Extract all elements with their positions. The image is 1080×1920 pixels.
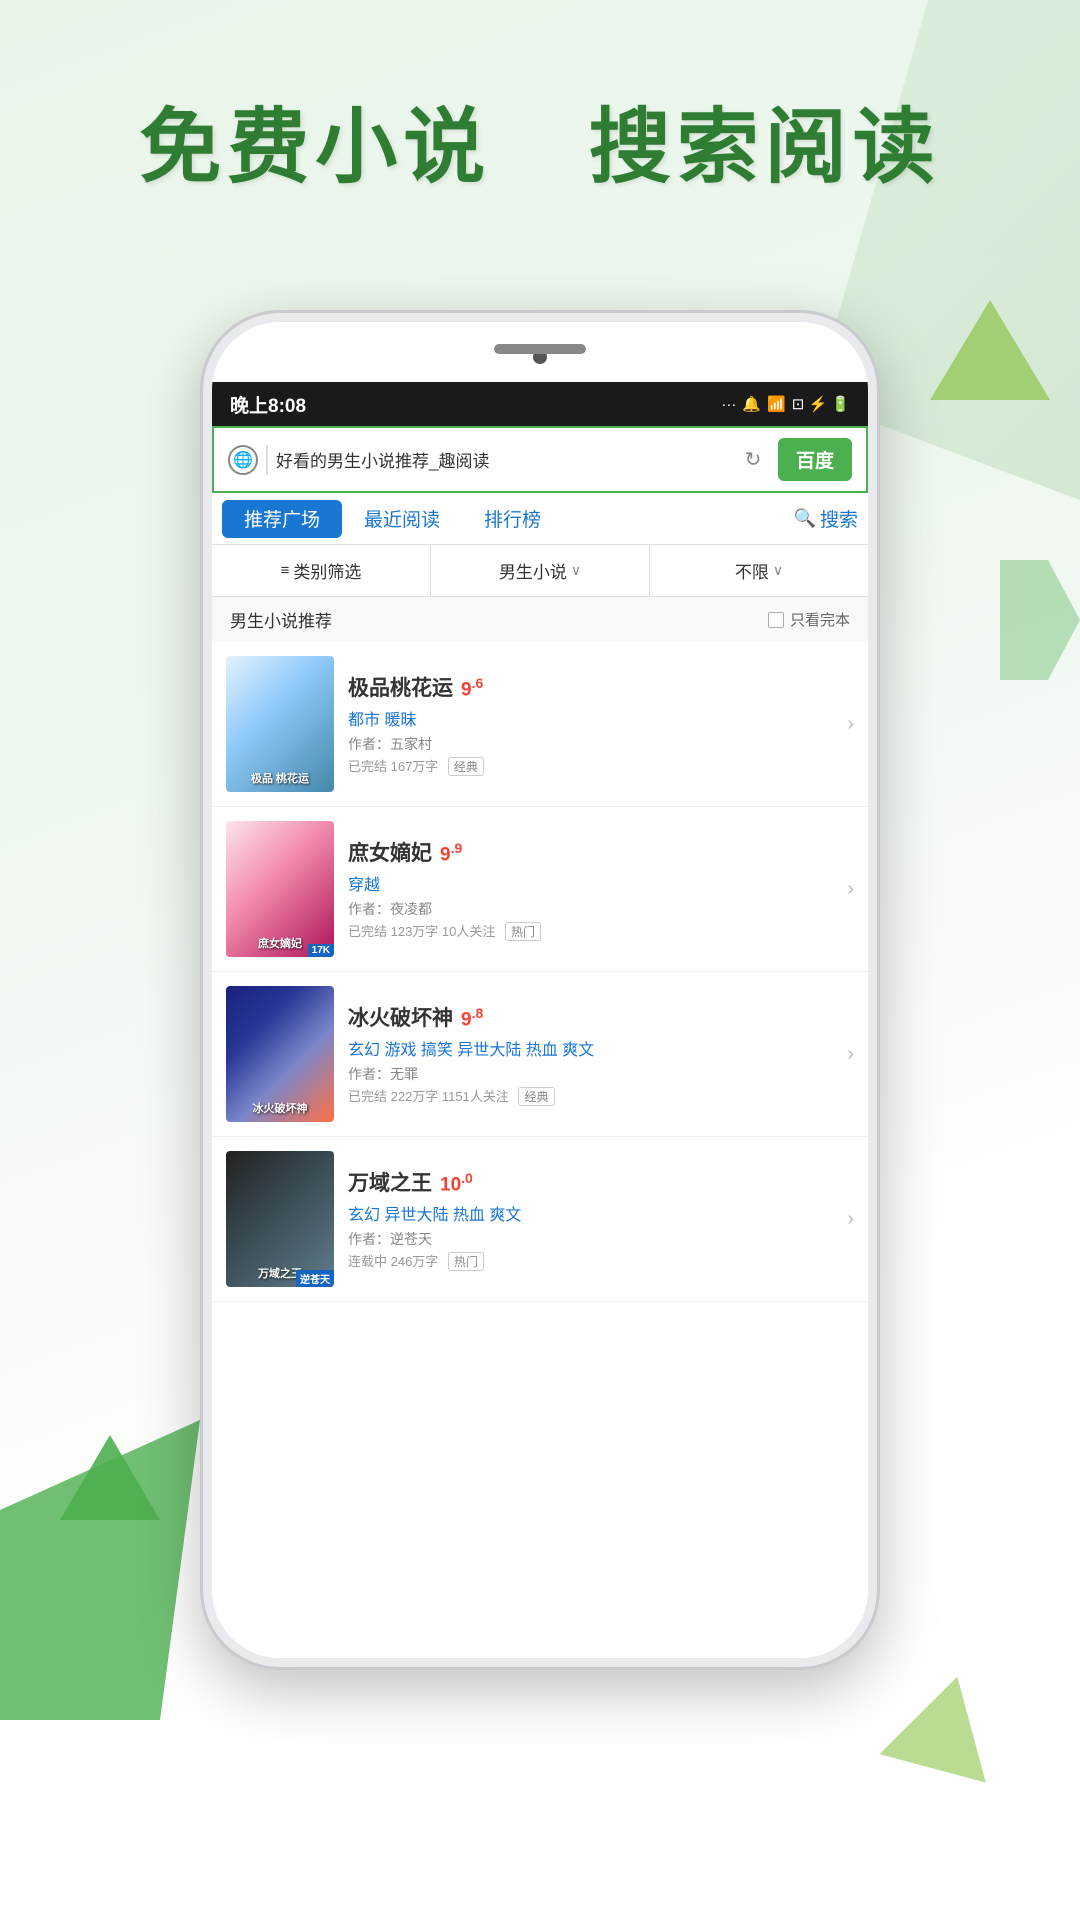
book-title-row-3: 冰火破坏神 9.8 [348, 1002, 833, 1032]
phone-speaker [494, 344, 586, 354]
bg-triangle-3 [880, 1662, 1011, 1782]
book-meta-1: 已完结 167万字 经典 [348, 756, 833, 776]
filter-limit[interactable]: 不限 ∨ [650, 545, 868, 596]
tab-ranking[interactable]: 排行榜 [462, 493, 563, 544]
bg-triangle-2 [60, 1435, 160, 1520]
book-tag-3: 经典 [518, 1087, 554, 1106]
tab-recent[interactable]: 最近阅读 [342, 493, 462, 544]
filter-category[interactable]: ≡ 类别筛选 [212, 545, 431, 596]
refresh-icon[interactable]: ↻ [736, 443, 770, 477]
bg-decoration-bottom-left [0, 1420, 200, 1720]
section-title: 男生小说推荐 [230, 607, 332, 632]
chevron-right-icon-1: › [847, 713, 854, 736]
status-icons: ··· 🔔 📶 ⊡ ⚡ 🔋 [721, 395, 850, 413]
only-complete-checkbox[interactable]: 只看完本 [768, 609, 850, 630]
phone-mockup: 晚上8:08 ··· 🔔 📶 ⊡ ⚡ 🔋 🌐 好看的男生小说推荐_趣阅读 ↻ 百… [200, 310, 880, 1670]
book-item-1[interactable]: 极品 桃花运 极品桃花运 9.6 都市 暖昧 作者：五家村 已完结 167万字 … [212, 642, 868, 807]
book-title-row-2: 庶女嫡妃 9.9 [348, 837, 833, 867]
book-author-3: 作者：无罪 [348, 1064, 833, 1084]
search-icon: 🔍 [794, 508, 816, 529]
search-query[interactable]: 好看的男生小说推荐_趣阅读 [276, 447, 728, 472]
book-meta-4: 连载中 246万字 热门 [348, 1251, 833, 1271]
headline: 免费小说 搜索阅读 [0, 80, 1080, 199]
book-item-3[interactable]: 冰火破坏神 冰火破坏神 9.8 玄幻 游戏 搞笑 异世大陆 热血 爽文 作者：无… [212, 972, 868, 1137]
book-tag-1: 经典 [448, 757, 484, 776]
bg-triangle-1 [930, 300, 1050, 400]
list-icon: ≡ [281, 562, 290, 579]
status-bar: 晚上8:08 ··· 🔔 📶 ⊡ ⚡ 🔋 [212, 382, 868, 426]
book-title-3: 冰火破坏神 [348, 1002, 453, 1032]
filter-bar: ≡ 类别筛选 男生小说 ∨ 不限 ∨ [212, 545, 868, 597]
filter-gender[interactable]: 男生小说 ∨ [431, 545, 650, 596]
book-info-3: 冰火破坏神 9.8 玄幻 游戏 搞笑 异世大陆 热血 爽文 作者：无罪 已完结 … [348, 1002, 833, 1106]
book-tag-4: 热门 [448, 1252, 484, 1271]
phone-outer: 晚上8:08 ··· 🔔 📶 ⊡ ⚡ 🔋 🌐 好看的男生小说推荐_趣阅读 ↻ 百… [200, 310, 880, 1670]
book-author-2: 作者：夜凌都 [348, 899, 833, 919]
battery-icon: ⊡ ⚡ 🔋 [792, 395, 850, 413]
book-tag-2: 热门 [505, 922, 541, 941]
book-title-4: 万域之王 [348, 1167, 432, 1197]
headline-part2: 搜索阅读 [589, 102, 941, 193]
book-rating-3: 9.8 [461, 1005, 483, 1031]
checkbox-icon [768, 612, 784, 628]
chevron-right-icon-4: › [847, 1208, 854, 1231]
book-title-row-1: 极品桃花运 9.6 [348, 672, 833, 702]
chevron-down-icon-2: ∨ [773, 562, 783, 579]
tab-recommend[interactable]: 推荐广场 [222, 500, 342, 538]
phone-screen: 晚上8:08 ··· 🔔 📶 ⊡ ⚡ 🔋 🌐 好看的男生小说推荐_趣阅读 ↻ 百… [212, 382, 868, 1658]
book-author-4: 作者：逆苍天 [348, 1229, 833, 1249]
globe-icon: 🌐 [228, 445, 258, 475]
book-info-1: 极品桃花运 9.6 都市 暖昧 作者：五家村 已完结 167万字 经典 [348, 672, 833, 776]
book-genre-4: 玄幻 异世大陆 热血 爽文 [348, 1201, 833, 1225]
signal-dots-icon: ··· [721, 396, 736, 413]
book-info-2: 庶女嫡妃 9.9 穿越 作者：夜凌都 已完结 123万字 10人关注 热门 [348, 837, 833, 941]
search-divider [266, 445, 268, 475]
book-cover-2: 庶女嫡妃 17K [226, 821, 334, 957]
chevron-right-icon-2: › [847, 878, 854, 901]
book-genre-1: 都市 暖昧 [348, 706, 833, 730]
book-item-2[interactable]: 庶女嫡妃 17K 庶女嫡妃 9.9 穿越 作者：夜凌都 已完结 123万字 10… [212, 807, 868, 972]
book-title-2: 庶女嫡妃 [348, 837, 432, 867]
book-rating-4: 10.0 [440, 1170, 473, 1196]
cover-text-1: 极品 桃花运 [230, 772, 330, 786]
status-time: 晚上8:08 [230, 391, 306, 418]
book-cover-1: 极品 桃花运 [226, 656, 334, 792]
book-info-4: 万域之王 10.0 玄幻 异世大陆 热血 爽文 作者：逆苍天 连载中 246万字… [348, 1167, 833, 1271]
book-meta-2: 已完结 123万字 10人关注 热门 [348, 921, 833, 941]
book-list: 极品 桃花运 极品桃花运 9.6 都市 暖昧 作者：五家村 已完结 167万字 … [212, 642, 868, 1302]
bg-arrow-shape [1000, 560, 1080, 680]
cover-label-2: 17K [308, 944, 334, 957]
nav-tabs: 推荐广场 最近阅读 排行榜 🔍 搜索 [212, 493, 868, 545]
book-rating-1: 9.6 [461, 675, 483, 701]
book-title-row-4: 万域之王 10.0 [348, 1167, 833, 1197]
cover-label-4: 逆苍天 [296, 1270, 334, 1287]
cover-text-3: 冰火破坏神 [230, 1102, 330, 1116]
search-bar[interactable]: 🌐 好看的男生小说推荐_趣阅读 ↻ 百度 [212, 426, 868, 493]
book-author-1: 作者：五家村 [348, 734, 833, 754]
book-cover-4: 万域之王 逆苍天 [226, 1151, 334, 1287]
book-title-1: 极品桃花运 [348, 672, 453, 702]
wifi-icon: 📶 [767, 395, 786, 413]
chevron-down-icon: ∨ [571, 562, 581, 579]
headline-part1: 免费小说 [139, 102, 491, 193]
book-cover-3: 冰火破坏神 [226, 986, 334, 1122]
book-genre-2: 穿越 [348, 871, 833, 895]
book-genre-3: 玄幻 游戏 搞笑 异世大陆 热血 爽文 [348, 1036, 833, 1060]
chevron-right-icon-3: › [847, 1043, 854, 1066]
book-meta-3: 已完结 222万字 1151人关注 经典 [348, 1086, 833, 1106]
book-rating-2: 9.9 [440, 840, 462, 866]
section-header: 男生小说推荐 只看完本 [212, 597, 868, 642]
book-item-4[interactable]: 万域之王 逆苍天 万域之王 10.0 玄幻 异世大陆 热血 爽文 作者：逆苍天 … [212, 1137, 868, 1302]
bell-icon: 🔔 [742, 395, 761, 413]
phone-inner: 晚上8:08 ··· 🔔 📶 ⊡ ⚡ 🔋 🌐 好看的男生小说推荐_趣阅读 ↻ 百… [212, 322, 868, 1658]
baidu-search-button[interactable]: 百度 [778, 438, 852, 481]
tab-search[interactable]: 🔍 搜索 [794, 505, 858, 532]
